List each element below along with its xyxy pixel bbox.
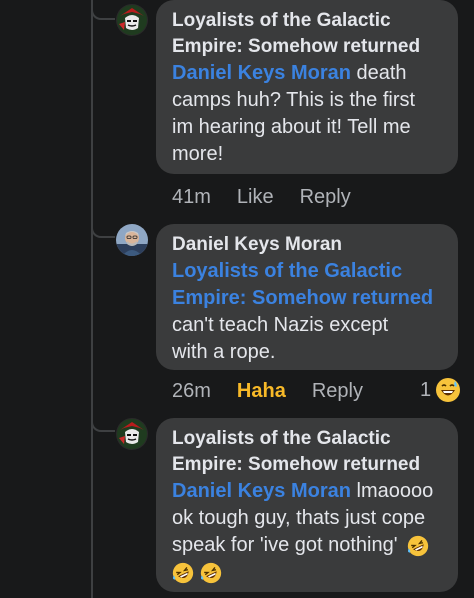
comment-text-segment: lmaoooo: [350, 480, 434, 502]
comment-text-line: camps huh? This is the first: [172, 89, 416, 111]
comment-text-line: more!: [172, 143, 224, 165]
comment-text: Loyalists of the Galactic Empire: Someho…: [172, 258, 444, 366]
comment-actions: 41m Like Reply: [172, 185, 351, 209]
comment-text-segment: death: [350, 62, 407, 84]
mention-link[interactable]: Daniel Keys Moran: [172, 62, 351, 84]
mention-link[interactable]: Loyalists of the Galactic: [172, 258, 444, 285]
mention-link[interactable]: Daniel Keys Moran: [172, 480, 351, 502]
timestamp[interactable]: 26m: [172, 379, 211, 403]
dark-knight-helmet-icon: [116, 418, 148, 450]
comment-bubble: Daniel Keys Moran Loyalists of the Galac…: [156, 224, 458, 370]
avatar[interactable]: [116, 418, 148, 450]
avatar[interactable]: [116, 224, 148, 256]
comment-bubble: Loyalists of the Galactic Empire: Someho…: [156, 418, 458, 592]
comment-text-line: can't teach Nazis except: [172, 314, 389, 336]
author-line: Empire: Somehow returned: [172, 454, 421, 475]
haha-reaction-button[interactable]: Haha: [237, 379, 286, 403]
reaction-count: 1: [420, 378, 432, 401]
comment-text-line: im hearing about it! Tell me: [172, 116, 411, 138]
comment-bubble: Loyalists of the Galactic Empire: Someho…: [156, 0, 458, 174]
man-photo-icon: [116, 224, 148, 256]
author-line: Loyalists of the Galactic: [172, 10, 391, 31]
like-button[interactable]: Like: [237, 185, 274, 209]
reply-button[interactable]: Reply: [312, 379, 363, 403]
comment-author[interactable]: Loyalists of the Galactic Empire: Someho…: [172, 8, 444, 60]
comment-text-line: speak for 'ive got nothing': [172, 534, 398, 556]
rolling-on-floor-laughing-emoji-icon: [200, 562, 221, 583]
avatar[interactable]: [116, 4, 148, 36]
author-line: Empire: Somehow returned: [172, 36, 421, 57]
mention-link[interactable]: Empire: Somehow returned: [172, 285, 444, 312]
rolling-on-floor-laughing-emoji-icon: [407, 535, 429, 556]
dark-knight-helmet-icon: [116, 4, 148, 36]
comment-text-line: ok tough guy, thats just cope: [172, 507, 426, 529]
comment-actions: 26m Haha Reply: [172, 379, 363, 403]
reply-connector: [91, 8, 115, 20]
timestamp[interactable]: 41m: [172, 185, 211, 209]
comment-text: Daniel Keys Moran death camps huh? This …: [172, 60, 444, 168]
reply-button[interactable]: Reply: [300, 185, 351, 209]
rolling-on-floor-laughing-emoji-icon: [172, 562, 194, 583]
grinning-sweat-emoji-icon: [436, 378, 461, 402]
reaction-summary[interactable]: 1: [420, 377, 461, 403]
comment-text-line: with a rope.: [172, 341, 276, 363]
reply-connector: [91, 226, 115, 238]
thread-connector-line: [91, 0, 93, 598]
comment-text: Daniel Keys Moran lmaoooo ok tough guy, …: [172, 478, 444, 586]
reply-connector: [91, 420, 115, 432]
comment-author[interactable]: Loyalists of the Galactic Empire: Someho…: [172, 426, 444, 478]
comment-author[interactable]: Daniel Keys Moran: [172, 232, 444, 258]
author-line: Loyalists of the Galactic: [172, 428, 391, 449]
